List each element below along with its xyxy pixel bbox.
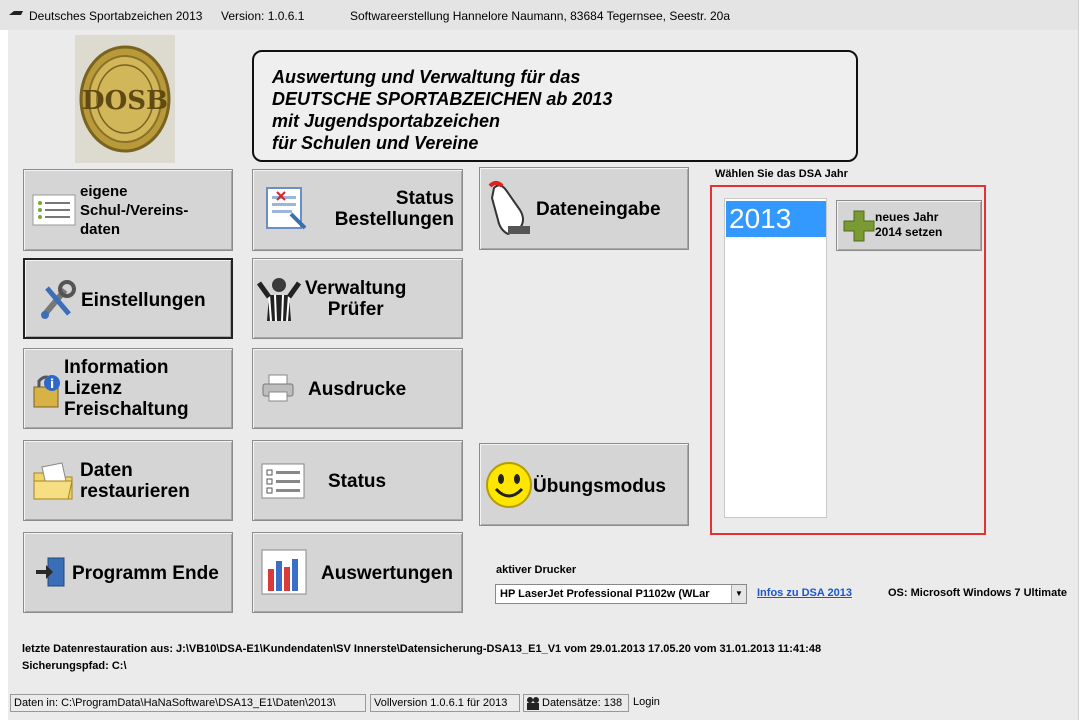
- printer-select[interactable]: HP LaserJet Professional P1102w (WLar ▼: [495, 584, 747, 604]
- plus-icon: [843, 210, 875, 242]
- daten-restaurieren-label: Daten restaurieren: [80, 460, 190, 502]
- dsa-info-link[interactable]: Infos zu DSA 2013: [757, 587, 852, 599]
- last-restore-info: letzte Datenrestauration aus: J:\VB10\DS…: [22, 643, 822, 655]
- status-button[interactable]: Status: [252, 440, 463, 521]
- new-year-label: neues Jahr 2014 setzen: [875, 210, 943, 239]
- einstellungen-button[interactable]: Einstellungen: [23, 258, 233, 339]
- checklist-icon: [261, 463, 305, 499]
- status-data-path: Daten in: C:\ProgramData\HaNaSoftware\DS…: [10, 694, 366, 712]
- eigene-daten-label: eigene Schul-/Vereins-daten: [80, 183, 189, 238]
- exit-door-icon: [34, 555, 68, 589]
- status-label: Status: [328, 471, 387, 492]
- programm-ende-label: Programm Ende: [72, 563, 219, 584]
- banner-line: DEUTSCHE SPORTABZEICHEN ab 2013: [272, 89, 613, 109]
- bar-chart-icon: [261, 549, 307, 595]
- uebungsmodus-label: Übungsmodus: [533, 476, 666, 497]
- app-icon: [8, 9, 24, 17]
- referee-icon: [257, 275, 301, 323]
- ausdrucke-button[interactable]: Ausdrucke: [252, 348, 463, 429]
- year-listbox[interactable]: 2013: [724, 198, 827, 518]
- folder-restore-icon: [32, 459, 76, 503]
- svg-text:i: i: [50, 377, 54, 391]
- status-records: Datensätze: 138: [523, 694, 629, 712]
- eigene-daten-button[interactable]: eigene Schul-/Vereins-daten: [23, 169, 233, 251]
- printer-icon: [261, 373, 295, 403]
- verwaltung-pruefer-label: Verwaltung Prüfer: [305, 278, 407, 320]
- smiley-icon: [485, 461, 533, 509]
- einstellungen-label: Einstellungen: [81, 290, 206, 311]
- year-list-item[interactable]: 2013: [726, 201, 826, 237]
- order-form-icon: [261, 184, 309, 232]
- auswertungen-label: Auswertungen: [321, 563, 453, 584]
- app-author: Softwareerstellung Hannelore Naumann, 83…: [350, 9, 731, 23]
- programm-ende-button[interactable]: Programm Ende: [23, 532, 233, 613]
- daten-restaurieren-button[interactable]: Daten restaurieren: [23, 440, 233, 521]
- information-lizenz-label: Information Lizenz Freischaltung: [64, 357, 189, 420]
- chevron-down-icon[interactable]: ▼: [731, 585, 746, 603]
- uebungsmodus-button[interactable]: Übungsmodus: [479, 443, 689, 526]
- dosb-logo: DOSB: [75, 35, 175, 163]
- dateneingabe-label: Dateneingabe: [536, 199, 661, 220]
- status-version: Vollversion 1.0.6.1 für 2013: [370, 694, 520, 712]
- window-right-border: [1078, 0, 1084, 720]
- printer-select-value: HP LaserJet Professional P1102w (WLar: [500, 588, 710, 600]
- os-info: OS: Microsoft Windows 7 Ultimate: [888, 587, 1067, 599]
- header-banner: Auswertung und Verwaltung für das DEUTSC…: [252, 50, 858, 162]
- info-lock-icon: i: [32, 371, 62, 411]
- auswertungen-button[interactable]: Auswertungen: [252, 532, 463, 613]
- year-select-label: Wählen Sie das DSA Jahr: [715, 168, 848, 180]
- ausdrucke-label: Ausdrucke: [308, 379, 407, 400]
- information-lizenz-button[interactable]: i Information Lizenz Freischaltung: [23, 348, 233, 429]
- status-login[interactable]: Login: [633, 696, 660, 708]
- status-bar: Daten in: C:\ProgramData\HaNaSoftware\DS…: [8, 692, 1078, 714]
- app-title: Deutsches Sportabzeichen 2013: [29, 9, 203, 23]
- new-year-button[interactable]: neues Jahr 2014 setzen: [836, 200, 982, 251]
- dateneingabe-button[interactable]: Dateneingabe: [479, 167, 689, 250]
- hand-pointer-icon: [486, 180, 536, 236]
- logo-text: DOSB: [82, 86, 168, 116]
- banner-line: mit Jugendsportabzeichen: [272, 111, 501, 131]
- banner-line: Auswertung und Verwaltung für das: [272, 67, 581, 87]
- list-icon: [32, 194, 76, 226]
- tools-icon: [37, 280, 77, 322]
- status-bestellungen-label: Status Bestellungen: [334, 188, 454, 230]
- printer-label: aktiver Drucker: [496, 564, 577, 576]
- verwaltung-pruefer-button[interactable]: Verwaltung Prüfer: [252, 258, 463, 339]
- banner-line: für Schulen und Vereine: [272, 133, 479, 153]
- people-icon: [527, 697, 539, 710]
- window-left-border: [0, 30, 8, 720]
- backup-path: Sicherungspfad: C:\: [22, 660, 127, 672]
- status-bestellungen-button[interactable]: Status Bestellungen: [252, 169, 463, 251]
- title-bar: Deutsches Sportabzeichen 2013 Version: 1…: [0, 0, 1084, 32]
- app-version: Version: 1.0.6.1: [221, 9, 305, 23]
